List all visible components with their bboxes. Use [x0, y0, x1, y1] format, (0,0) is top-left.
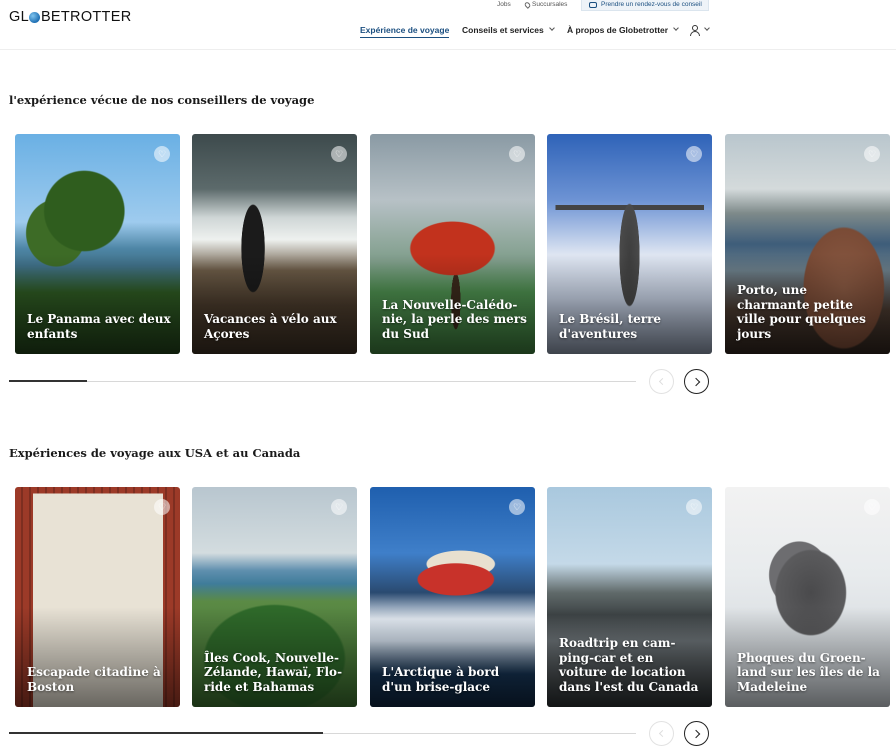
- section-title: l'expérience vécue de nos conseillers de…: [9, 93, 315, 107]
- heart-icon[interactable]: ♡: [154, 499, 170, 515]
- story-card[interactable]: ♡ Porto, une charmante petite ville pour…: [725, 134, 890, 354]
- user-icon: [690, 25, 700, 36]
- carousel-prev-button[interactable]: [649, 369, 674, 394]
- logo[interactable]: GL BETROTTER: [9, 9, 131, 25]
- carousel-scrollbar[interactable]: [9, 732, 636, 734]
- card-title: Vacances à vélo aux Açores: [204, 312, 337, 341]
- story-card[interactable]: ♡ Roadtrip en cam­ping-car et en voiture…: [547, 487, 712, 707]
- carousel-next-button[interactable]: [684, 369, 709, 394]
- heart-icon[interactable]: ♡: [864, 146, 880, 162]
- story-card[interactable]: ♡ L'Arctique à bord d'un brise-glace: [370, 487, 535, 707]
- heart-icon[interactable]: ♡: [509, 499, 525, 515]
- chevron-left-icon: [658, 377, 667, 386]
- chevron-right-icon: [691, 377, 700, 386]
- carousel-scroll-thumb[interactable]: [9, 732, 323, 734]
- card-title: La Nouvelle-Calédo­nie, la perle des mer…: [382, 297, 527, 341]
- heart-icon[interactable]: ♡: [154, 146, 170, 162]
- card-title: Phoques du Groen­land sur les îles de la…: [737, 650, 880, 694]
- jobs-link[interactable]: Jobs: [497, 1, 511, 8]
- chat-icon: [589, 1, 597, 8]
- site-header: GL BETROTTER Jobs Succursales Prendre un…: [0, 0, 896, 50]
- carousel-scroll-thumb[interactable]: [9, 380, 88, 382]
- card-title: L'Arctique à bord d'un brise-glace: [382, 665, 500, 694]
- nav-advice-label: Conseils et services: [462, 25, 544, 35]
- globe-icon: [29, 11, 41, 23]
- chevron-right-icon: [691, 729, 700, 738]
- story-card[interactable]: ♡ Îles Cook, Nouvelle-Zélande, Hawaï, Fl…: [192, 487, 357, 707]
- card-title: Le Panama avec deux enfants: [27, 312, 171, 341]
- logo-text-start: GL: [9, 9, 29, 25]
- story-card[interactable]: ♡ La Nouvelle-Calédo­nie, la perle des m…: [370, 134, 535, 354]
- card-title: Porto, une charmante petite ville pour q…: [737, 283, 866, 341]
- appointment-label: Prendre un rendez-vous de conseil: [601, 1, 702, 8]
- card-title: Escapade citadine à Boston: [27, 665, 161, 694]
- carousel-prev-button[interactable]: [649, 721, 674, 746]
- nav-about[interactable]: À propos de Globetrotter: [567, 25, 679, 35]
- nav-about-label: À propos de Globetrotter: [567, 25, 669, 35]
- pin-icon: [523, 0, 532, 9]
- nav-advice[interactable]: Conseils et services: [462, 25, 555, 35]
- heart-icon[interactable]: ♡: [331, 146, 347, 162]
- card-title: Îles Cook, Nouvelle-Zélande, Hawaï, Flo­…: [204, 650, 343, 694]
- carousel-scrollbar[interactable]: [9, 380, 636, 382]
- nav-experience[interactable]: Expérience de voyage: [360, 25, 450, 38]
- nav-experience-label: Expérience de voyage: [360, 25, 450, 35]
- carousel-next-button[interactable]: [684, 721, 709, 746]
- chevron-left-icon: [658, 729, 667, 738]
- branches-link[interactable]: Succursales: [523, 0, 568, 9]
- story-card[interactable]: ♡ Le Panama avec deux enfants: [15, 134, 180, 354]
- heart-icon[interactable]: ♡: [686, 499, 702, 515]
- story-card[interactable]: ♡ Phoques du Groen­land sur les îles de …: [725, 487, 890, 707]
- card-title: Roadtrip en cam­ping-car et en voiture d…: [559, 636, 699, 694]
- chevron-down-icon: [548, 25, 555, 31]
- account-menu[interactable]: [690, 25, 710, 36]
- section-title: Expériences de voyage aux USA et au Cana…: [9, 446, 301, 460]
- heart-icon[interactable]: ♡: [686, 146, 702, 162]
- heart-icon[interactable]: ♡: [864, 499, 880, 515]
- story-card[interactable]: ♡ Escapade citadine à Boston: [15, 487, 180, 707]
- chevron-down-icon: [673, 25, 679, 31]
- logo-text-end: BETROTTER: [40, 9, 132, 25]
- heart-icon[interactable]: ♡: [331, 499, 347, 515]
- story-card[interactable]: ♡ Vacances à vélo aux Açores: [192, 134, 357, 354]
- heart-icon[interactable]: ♡: [509, 146, 525, 162]
- branches-label: Succursales: [532, 1, 568, 8]
- chevron-down-icon: [704, 25, 710, 31]
- card-title: Le Brésil, terre d'aventures: [559, 312, 662, 341]
- appointment-button[interactable]: Prendre un rendez-vous de conseil: [581, 0, 709, 11]
- story-card[interactable]: ♡ Le Brésil, terre d'aventures: [547, 134, 712, 354]
